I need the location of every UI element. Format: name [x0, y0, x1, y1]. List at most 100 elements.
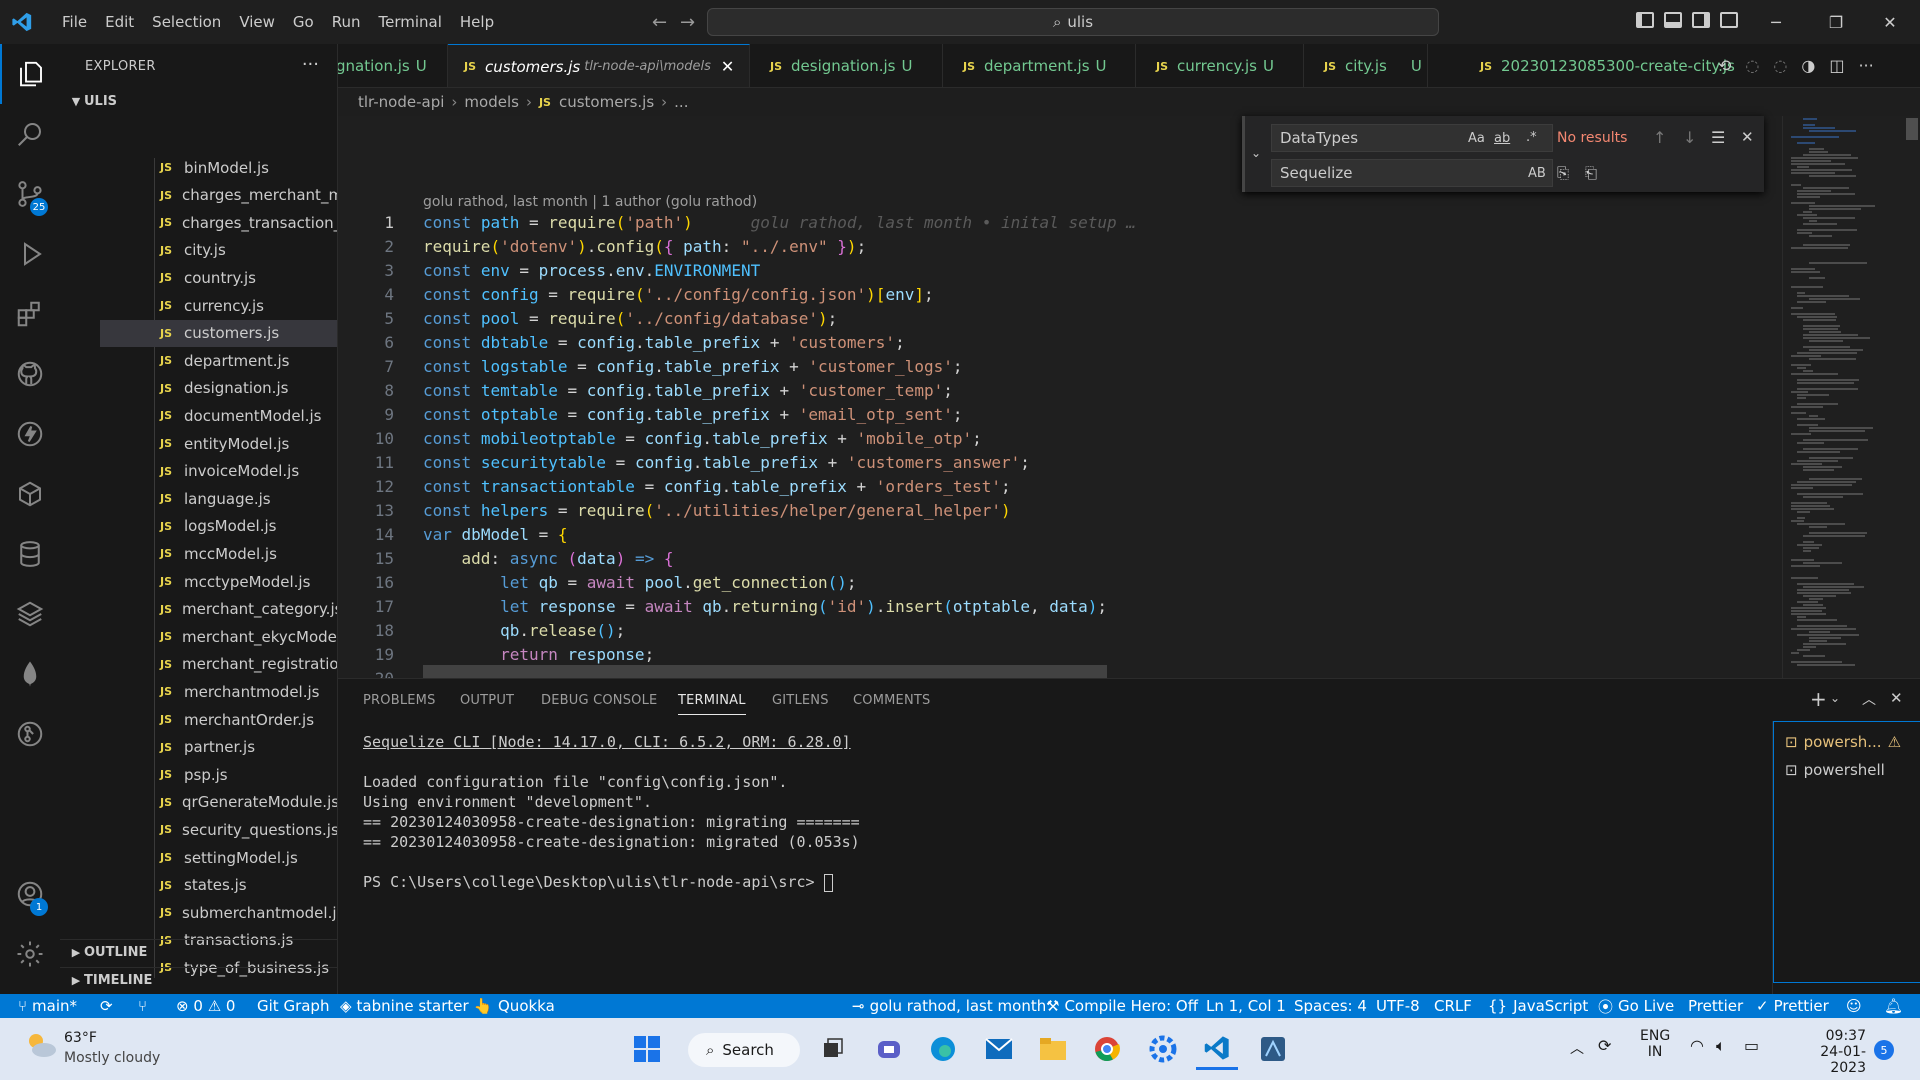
- run-debug-icon[interactable]: [0, 224, 60, 284]
- layers-icon[interactable]: [0, 584, 60, 644]
- file-item[interactable]: JS binModel.js: [100, 154, 337, 181]
- tab-gitlens[interactable]: GITLENS: [772, 693, 829, 708]
- quokka-status[interactable]: Quokka: [498, 994, 555, 1018]
- prettier-status-1[interactable]: Prettier: [1688, 994, 1743, 1018]
- toggle-secondary-sidebar-icon[interactable]: [1692, 12, 1710, 28]
- close-tab-icon[interactable]: ✕: [721, 57, 734, 76]
- gitlens-icon[interactable]: [0, 704, 60, 764]
- thunder-client-icon[interactable]: [0, 404, 60, 464]
- file-item[interactable]: JS psp.js: [100, 761, 337, 788]
- file-item[interactable]: JS designation.js: [100, 375, 337, 402]
- cursor-position[interactable]: Ln 1, Col 1: [1206, 994, 1286, 1018]
- tab-create-city-migration[interactable]: JS 20230123085300-create-city.js: [1468, 44, 1735, 87]
- preserve-case-icon[interactable]: AB: [1528, 166, 1546, 181]
- wifi-icon[interactable]: ◠: [1690, 1036, 1704, 1055]
- menu-terminal[interactable]: Terminal: [370, 0, 451, 44]
- tab-city-js[interactable]: JS city.js U: [1304, 44, 1428, 87]
- timeline-section[interactable]: ▶ TIMELINE: [60, 967, 338, 993]
- file-item[interactable]: JS charges_merchant_mainten...: [100, 182, 337, 209]
- codelens-blame[interactable]: golu rathod, last month | 1 author (golu…: [423, 194, 757, 210]
- file-item[interactable]: JS states.js: [100, 872, 337, 899]
- file-item[interactable]: JS merchant_registration.js: [100, 651, 337, 678]
- file-item[interactable]: JS customers.js: [100, 319, 337, 347]
- weather-temperature[interactable]: 63°F: [64, 1030, 97, 1046]
- tab-department-js[interactable]: JS department.js U: [943, 44, 1136, 87]
- sync-tray-icon[interactable]: ⟳: [1598, 1036, 1611, 1055]
- minimize-icon[interactable]: ─: [1746, 0, 1806, 44]
- toggle-primary-sidebar-icon[interactable]: [1636, 12, 1654, 28]
- code-editor[interactable]: golu rathod, last month | 1 author (golu…: [338, 116, 1782, 678]
- more-editor-actions-icon[interactable]: ···: [1858, 56, 1873, 75]
- file-item[interactable]: JS partner.js: [100, 734, 337, 761]
- open-changes-icon[interactable]: ⟲: [1718, 56, 1731, 75]
- file-item[interactable]: JS merchantOrder.js: [100, 706, 337, 733]
- settings-gear-icon[interactable]: [0, 924, 60, 984]
- volume-icon[interactable]: 🔈︎: [1716, 1036, 1726, 1056]
- notifications-bell-icon[interactable]: 🔔︎: [1884, 994, 1903, 1018]
- file-explorer-icon[interactable]: [1032, 1028, 1074, 1070]
- close-find-icon[interactable]: ✕: [1741, 128, 1754, 146]
- breadcrumb-item[interactable]: ...: [674, 93, 688, 111]
- menu-edit[interactable]: Edit: [96, 0, 143, 44]
- github-icon[interactable]: [0, 344, 60, 404]
- terminal-item-powershell-1[interactable]: ⊡ powersh... ⚠: [1785, 733, 1901, 751]
- compile-hero-status[interactable]: ⚒ Compile Hero: Off: [1046, 994, 1198, 1018]
- branch-status[interactable]: ⑂ main*: [18, 994, 77, 1018]
- next-match-icon[interactable]: ↓: [1683, 128, 1696, 147]
- menu-selection[interactable]: Selection: [143, 0, 230, 44]
- menu-view[interactable]: View: [230, 0, 284, 44]
- toggle-replace-icon[interactable]: ⌄: [1251, 146, 1261, 160]
- file-item[interactable]: JS settingModel.js: [100, 844, 337, 871]
- breadcrumb-item[interactable]: customers.js: [559, 93, 654, 111]
- file-item[interactable]: JS city.js: [100, 237, 337, 264]
- prettier-status-2[interactable]: ✓ Prettier: [1756, 994, 1829, 1018]
- vertical-scrollbar[interactable]: [1902, 116, 1920, 678]
- file-item[interactable]: JS merchant_ekycModel.js: [100, 623, 337, 650]
- notification-count-badge[interactable]: 5: [1874, 1040, 1894, 1060]
- replace-icon[interactable]: ⎘: [1557, 164, 1569, 182]
- edge-browser-icon[interactable]: [922, 1028, 964, 1070]
- file-item[interactable]: JS country.js: [100, 264, 337, 291]
- toggle-blame-icon[interactable]: ◑: [1801, 56, 1815, 75]
- app-taskbar-icon[interactable]: [1252, 1028, 1294, 1070]
- regex-icon[interactable]: .*: [1526, 130, 1537, 145]
- whole-word-icon[interactable]: ab: [1494, 131, 1510, 146]
- sync-icon[interactable]: ⟳: [100, 994, 113, 1018]
- tab-currency-js[interactable]: JS currency.js U: [1136, 44, 1304, 87]
- menu-run[interactable]: Run: [323, 0, 370, 44]
- maximize-icon[interactable]: ❐: [1806, 0, 1866, 44]
- tab-designation-partial[interactable]: gnation.js U: [338, 44, 448, 87]
- file-item[interactable]: JS logsModel.js: [100, 513, 337, 540]
- windows-start-icon[interactable]: [626, 1028, 668, 1070]
- horizontal-scrollbar[interactable]: [423, 665, 1107, 678]
- chrome-icon[interactable]: [1086, 1028, 1128, 1070]
- encoding-status[interactable]: UTF-8: [1376, 994, 1420, 1018]
- back-arrow-icon[interactable]: ←: [646, 12, 673, 33]
- more-actions-icon[interactable]: ···: [302, 54, 319, 75]
- clock[interactable]: 09:37 24-01-2023: [1794, 1028, 1866, 1076]
- file-item[interactable]: JS documentModel.js: [100, 402, 337, 429]
- scrollbar-thumb[interactable]: [1906, 118, 1918, 140]
- tab-output[interactable]: OUTPUT: [460, 693, 514, 708]
- folder-header-ulis[interactable]: ▼ ULIS: [60, 88, 338, 114]
- indentation-status[interactable]: Spaces: 4: [1294, 994, 1367, 1018]
- weather-description[interactable]: Mostly cloudy: [64, 1050, 160, 1066]
- tab-terminal[interactable]: TERMINAL: [678, 693, 746, 715]
- file-item[interactable]: JS invoiceModel.js: [100, 458, 337, 485]
- tab-designation-js[interactable]: JS designation.js U: [750, 44, 943, 87]
- tab-comments[interactable]: COMMENTS: [853, 693, 930, 708]
- battery-icon[interactable]: ▭: [1744, 1036, 1759, 1055]
- find-input[interactable]: DataTypes Aa ab .*: [1271, 124, 1553, 152]
- split-editor-icon[interactable]: ◫: [1829, 56, 1844, 75]
- file-item[interactable]: JS charges_transaction_setup_...: [100, 209, 337, 236]
- problems-status[interactable]: ⊗ 0 ⚠ 0: [176, 994, 235, 1018]
- file-item[interactable]: JS mccModel.js: [100, 540, 337, 567]
- close-panel-icon[interactable]: ✕: [1890, 689, 1903, 707]
- file-item[interactable]: JS qrGenerateModule.js: [100, 789, 337, 816]
- feedback-icon[interactable]: ☺: [1846, 994, 1862, 1018]
- menu-help[interactable]: Help: [451, 0, 503, 44]
- tab-problems[interactable]: PROBLEMS: [363, 693, 436, 708]
- replace-input[interactable]: Sequelize AB: [1271, 159, 1553, 187]
- show-hidden-icons-icon[interactable]: ︿: [1570, 1038, 1584, 1058]
- source-control-icon[interactable]: 25: [0, 164, 60, 224]
